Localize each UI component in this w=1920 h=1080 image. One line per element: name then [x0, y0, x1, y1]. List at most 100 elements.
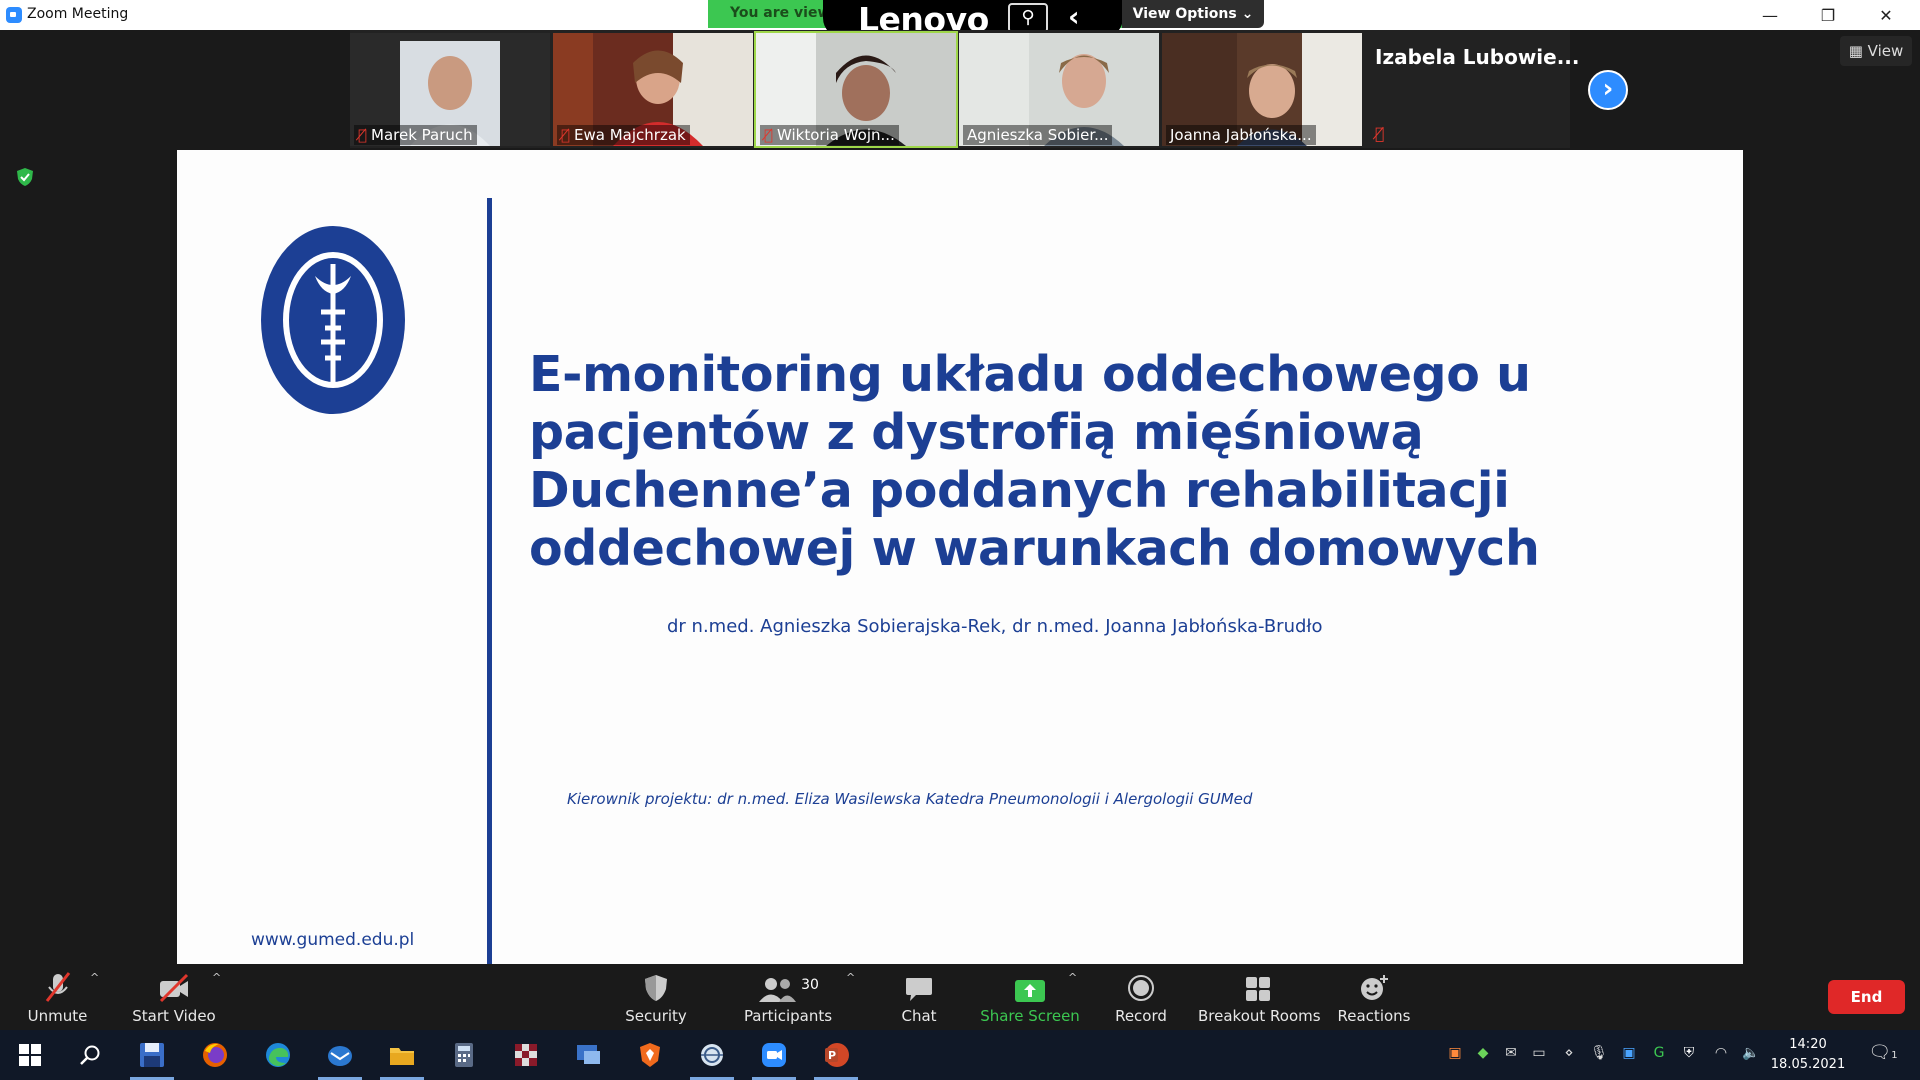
encryption-shield-icon[interactable] [16, 167, 34, 187]
calculator-icon [455, 1043, 473, 1067]
pin-icon[interactable]: ⚲ [1008, 3, 1048, 33]
taskbar-app[interactable] [372, 1030, 432, 1080]
chevron-left-icon[interactable]: ‹ [1068, 0, 1080, 33]
windows-taskbar: P ▣ ◆ ✉ ▭ ⋄ 🎙 ▣ G ⛨ ◠ 🔈 14:20 18.05.2021… [0, 1030, 1920, 1080]
minimize-button[interactable]: — [1741, 0, 1799, 30]
meeting-controls-bar: Unmute ^ Start Video ^ Security 30 Parti… [0, 965, 1920, 1030]
taskbar-app[interactable] [496, 1030, 556, 1080]
zoom-app-icon [6, 7, 22, 23]
gumed-logo [261, 226, 405, 414]
record-button[interactable]: Record [1105, 965, 1177, 1030]
reactions-emoji-icon [1361, 975, 1388, 1000]
unmute-button[interactable]: Unmute [20, 965, 95, 1030]
start-video-button[interactable]: Start Video [128, 965, 220, 1030]
tray-security-icon[interactable]: ◆ [1472, 1045, 1494, 1065]
tray-zoom-icon[interactable]: ▣ [1618, 1045, 1640, 1065]
slide-title-line: Duchenne’a poddanych rehabilitacji [529, 462, 1510, 519]
participant-name: Joanna Jabłońska... [1166, 125, 1316, 145]
record-label: Record [1115, 1007, 1167, 1025]
taskbar-app[interactable] [744, 1030, 804, 1080]
maximize-button[interactable]: ❐ [1799, 0, 1857, 30]
network-globe-icon [701, 1044, 723, 1066]
participant-name-text: Joanna Jabłońska... [1170, 126, 1312, 144]
chat-label: Chat [901, 1007, 937, 1025]
tray-battery-icon[interactable]: ▭ [1528, 1045, 1550, 1065]
search-icon [80, 1045, 100, 1065]
participant-tile[interactable]: 🎙̸ Marek Paruch [350, 33, 550, 146]
window-title: Zoom Meeting [27, 6, 129, 22]
svg-text:P: P [828, 1049, 836, 1062]
video-off-icon [159, 973, 189, 1003]
notification-count: 1 [1891, 1050, 1898, 1061]
slide-title-line: pacjentów z dystrofią mięśniową [529, 404, 1424, 461]
participant-name: 🎙̸ Wiktoria Wojn... [760, 125, 899, 145]
participant-name: Agnieszka Sobier... [963, 125, 1113, 145]
zoom-taskbar-icon [762, 1043, 786, 1067]
search-button[interactable] [60, 1030, 120, 1080]
participant-name-only-tile[interactable]: Izabela Lubowie... [1375, 45, 1580, 69]
view-switch-button[interactable]: ▦ View [1840, 36, 1912, 66]
tray-mail-icon[interactable]: ✉ [1500, 1045, 1522, 1065]
tray-microphone-icon[interactable]: 🎙 [1588, 1045, 1610, 1065]
clock-date: 18.05.2021 [1770, 1057, 1846, 1072]
slide-title-line: oddechowej w warunkach domowych [529, 520, 1540, 577]
participants-button[interactable]: 30 Participants [740, 965, 836, 1030]
viewing-share-status: You are viewi [708, 0, 838, 28]
next-page-arrow-icon[interactable]: › [1588, 70, 1628, 110]
breakout-rooms-button[interactable]: Breakout Rooms [1198, 965, 1321, 1030]
slide-authors: dr n.med. Agnieszka Sobierajska-Rek, dr … [667, 616, 1323, 637]
firefox-icon [203, 1043, 227, 1067]
start-button[interactable] [0, 1030, 60, 1080]
participants-options-caret[interactable]: ^ [846, 965, 860, 1030]
participants-label: Participants [743, 1007, 833, 1025]
muted-mic-icon: 🎙̸ [764, 126, 774, 144]
close-button[interactable]: ✕ [1857, 0, 1915, 30]
taskbar-app[interactable] [558, 1030, 618, 1080]
security-button[interactable]: Security [620, 965, 692, 1030]
taskbar-app[interactable]: P [806, 1030, 866, 1080]
reactions-label: Reactions [1337, 1007, 1411, 1025]
audio-options-caret[interactable]: ^ [90, 965, 104, 1030]
taskbar-app[interactable] [310, 1030, 370, 1080]
caret-up-icon: ^ [846, 971, 856, 984]
participant-name-text: Ewa Majchrzak [574, 126, 686, 144]
taskbar-app[interactable] [248, 1030, 308, 1080]
participant-name-text: Marek Paruch [371, 126, 473, 144]
taskbar-app[interactable] [620, 1030, 680, 1080]
floppy-save-icon [140, 1043, 164, 1067]
slide-project-manager: Kierownik projektu: dr n.med. Eliza Wasi… [567, 790, 1253, 808]
file-explorer-icon [390, 1048, 414, 1065]
end-meeting-button[interactable]: End [1828, 980, 1905, 1014]
tray-grammarly-icon[interactable]: G [1648, 1045, 1670, 1065]
tray-volume-icon[interactable]: 🔈 [1740, 1045, 1762, 1065]
share-options-caret[interactable]: ^ [1068, 965, 1082, 1030]
tray-wifi-icon[interactable]: ◠ [1710, 1045, 1732, 1065]
taskbar-clock[interactable]: 14:20 18.05.2021 [1768, 1035, 1848, 1075]
caret-up-icon: ^ [90, 971, 100, 984]
taskbar-app[interactable] [185, 1030, 245, 1080]
view-label: View [1867, 42, 1904, 60]
checkered-app-icon [515, 1044, 537, 1066]
edge-icon [266, 1043, 290, 1067]
reactions-button[interactable]: Reactions [1335, 965, 1413, 1030]
unmute-label: Unmute [27, 1007, 88, 1025]
participant-tile[interactable]: 🎙̸ Ewa Majchrzak [553, 33, 753, 146]
muted-mic-icon [45, 972, 70, 1002]
video-options-caret[interactable]: ^ [212, 965, 226, 1030]
chat-button[interactable]: Chat [880, 965, 958, 1030]
participant-tile[interactable]: Joanna Jabłońska... [1162, 33, 1362, 146]
slide-title-line: E-monitoring układu oddechowego u [529, 346, 1531, 403]
tray-app-icon[interactable]: ▣ [1444, 1045, 1466, 1065]
taskbar-app[interactable] [682, 1030, 742, 1080]
view-options-button[interactable]: View Options ⌄ [1122, 0, 1264, 28]
breakout-rooms-label: Breakout Rooms [1198, 1007, 1321, 1025]
taskbar-app[interactable] [434, 1030, 494, 1080]
participant-tile-active-speaker[interactable]: 🎙̸ Wiktoria Wojn... [754, 31, 958, 148]
caret-up-icon: ^ [212, 971, 222, 984]
notification-center-icon[interactable]: 🗨1 [1868, 1042, 1898, 1063]
remote-desktop-icon [577, 1045, 600, 1064]
tray-defender-icon[interactable]: ⛨ [1678, 1045, 1700, 1065]
participant-tile[interactable]: Agnieszka Sobier... [959, 33, 1159, 146]
tray-dropbox-icon[interactable]: ⋄ [1558, 1045, 1580, 1065]
taskbar-app[interactable] [122, 1030, 182, 1080]
